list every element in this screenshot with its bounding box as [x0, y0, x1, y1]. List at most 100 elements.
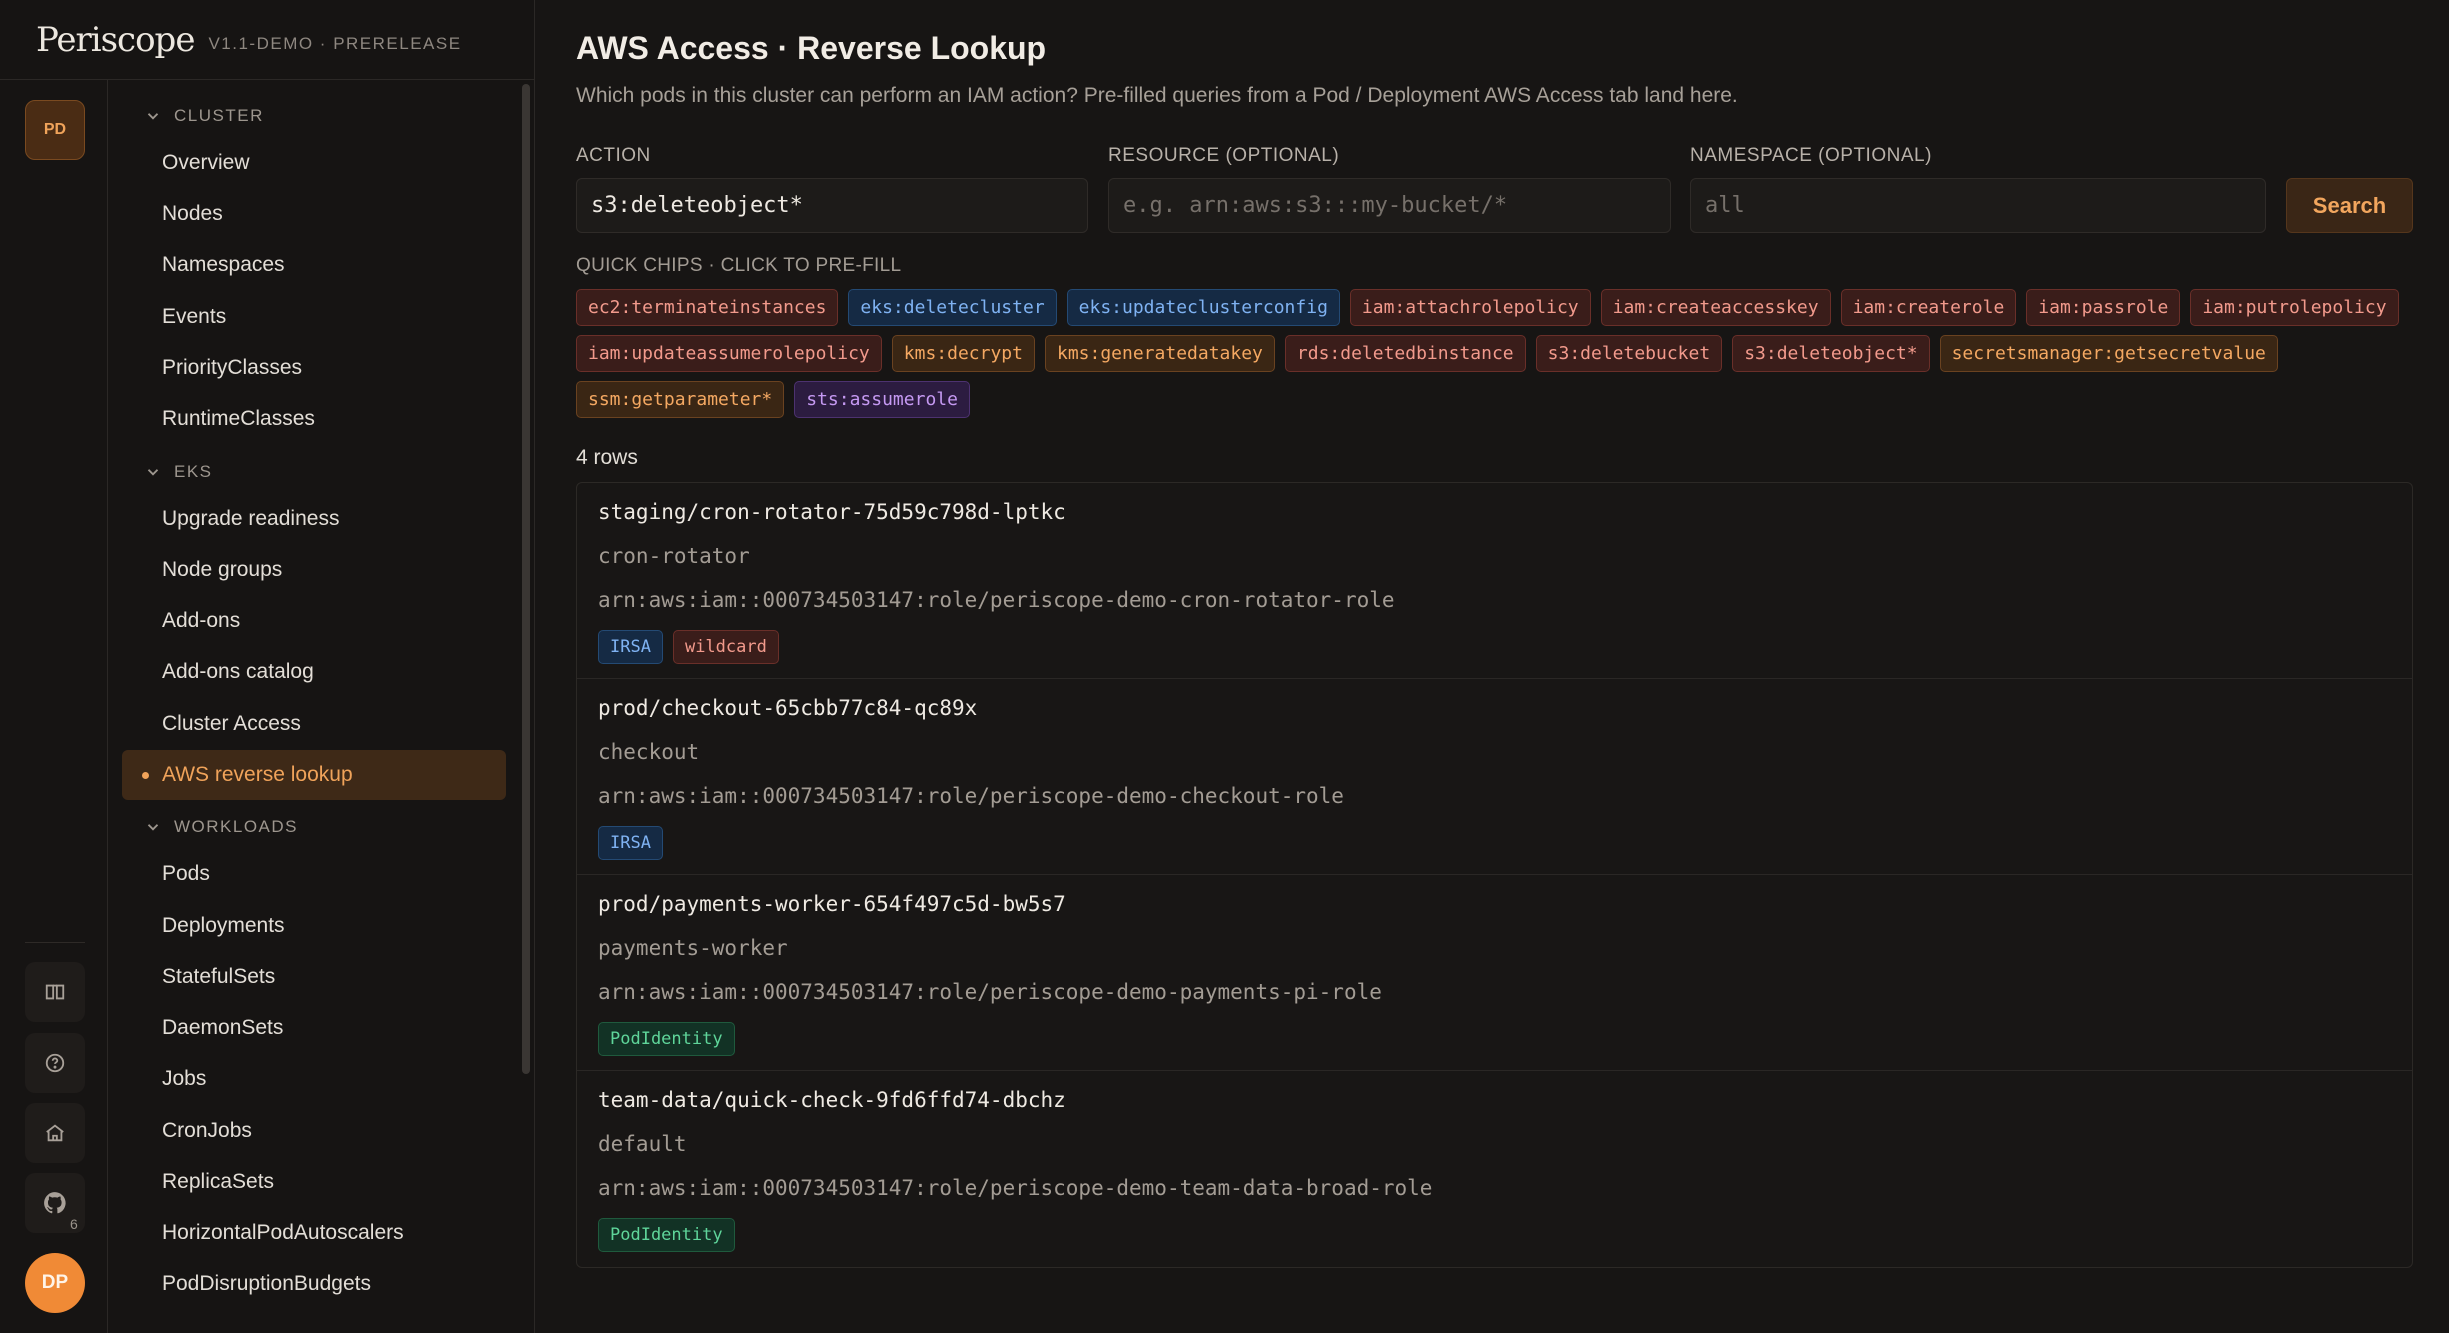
nav-item-add-ons[interactable]: Add-ons	[122, 596, 506, 646]
nav-item-node-groups[interactable]: Node groups	[122, 545, 506, 595]
nav-item-upgrade-readiness[interactable]: Upgrade readiness	[122, 494, 506, 544]
role-arn: arn:aws:iam::000734503147:role/periscope…	[598, 784, 1344, 808]
role-arn: arn:aws:iam::000734503147:role/periscope…	[598, 588, 1395, 612]
nav-item-cronjobs[interactable]: CronJobs	[122, 1106, 506, 1156]
sidebar-nav: CLUSTER Overview Nodes Namespaces Events…	[108, 80, 535, 1333]
nav-section-label: WORKLOADS	[174, 817, 299, 836]
nav-item-runtimeclasses[interactable]: RuntimeClasses	[122, 394, 506, 444]
brand-logo[interactable]: Periscope	[36, 20, 195, 60]
nav-item-nodes[interactable]: Nodes	[122, 189, 506, 239]
quick-chip[interactable]: ssm:getparameter*	[576, 381, 785, 418]
row-tags: PodIdentity	[598, 1022, 735, 1056]
service-account: payments-worker	[598, 936, 788, 960]
nav-item-poddisruptionbudgets[interactable]: PodDisruptionBudgets	[122, 1259, 506, 1309]
action-label: ACTION	[576, 145, 651, 166]
quick-chip[interactable]: eks:deletecluster	[848, 289, 1057, 326]
chevron-down-icon	[147, 113, 159, 120]
pod-name-link[interactable]: prod/payments-worker-654f497c5d-bw5s7	[598, 892, 1066, 916]
namespace-input[interactable]: all	[1690, 178, 2266, 233]
nav-item-aws-reverse-lookup[interactable]: AWS reverse lookup	[122, 750, 506, 800]
quick-chip[interactable]: kms:decrypt	[891, 335, 1035, 372]
quick-chip[interactable]: kms:generatedatakey	[1044, 335, 1275, 372]
quick-chip[interactable]: secretsmanager:getsecretvalue	[1939, 335, 2278, 372]
page-title: AWS Access · Reverse Lookup	[576, 30, 1047, 66]
icon-rail: PD 6 DP	[0, 80, 108, 1333]
service-account: checkout	[598, 740, 700, 764]
home-icon	[46, 1124, 64, 1142]
nav-section-eks[interactable]: EKS	[144, 462, 213, 482]
quick-chip[interactable]: s3:deletebucket	[1535, 335, 1723, 372]
quick-chip[interactable]: s3:deleteobject*	[1732, 335, 1930, 372]
pod-name-link[interactable]: staging/cron-rotator-75d59c798d-lptkc	[598, 500, 1066, 524]
nav-item-statefulsets[interactable]: StatefulSets	[122, 952, 506, 1002]
pod-name-link[interactable]: team-data/quick-check-9fd6ffd74-dbchz	[598, 1088, 1066, 1112]
rows-count: 4 rows	[576, 446, 638, 469]
version-label: V1.1-DEMO · PRERELEASE	[208, 33, 462, 53]
nav-item-add-ons-catalog[interactable]: Add-ons catalog	[122, 647, 506, 697]
nav-section-label: CLUSTER	[174, 106, 264, 125]
resource-input[interactable]: e.g. arn:aws:s3:::my-bucket/*	[1108, 178, 1671, 233]
resource-label: RESOURCE (OPTIONAL)	[1108, 145, 1340, 166]
page-subtitle: Which pods in this cluster can perform a…	[576, 84, 1738, 107]
quick-chip[interactable]: iam:createaccesskey	[1600, 289, 1831, 326]
help-button[interactable]	[25, 1033, 85, 1093]
quick-chip[interactable]: iam:attachrolepolicy	[1349, 289, 1591, 326]
quick-chip[interactable]: rds:deletedbinstance	[1284, 335, 1526, 372]
nav-item-cluster-access[interactable]: Cluster Access	[122, 699, 506, 749]
nav-item-replicasets[interactable]: ReplicaSets	[122, 1157, 506, 1207]
quick-chip[interactable]: iam:createrole	[1840, 289, 2017, 326]
search-button[interactable]: Search	[2286, 178, 2413, 233]
help-circle-icon	[45, 1053, 65, 1073]
github-icon	[44, 1192, 66, 1214]
chevron-down-icon	[147, 469, 159, 476]
pod-name-link[interactable]: prod/checkout-65cbb77c84-qc89x	[598, 696, 977, 720]
quick-chips: ec2:terminateinstances eks:deletecluster e…	[576, 289, 2416, 418]
nav-section-label: EKS	[174, 462, 213, 481]
nav-item-label: AWS reverse lookup	[162, 763, 353, 786]
nav-item-priorityclasses[interactable]: PriorityClasses	[122, 343, 506, 393]
row-tags: IRSA	[598, 826, 663, 860]
irsa-badge: IRSA	[598, 630, 663, 664]
nav-item-pods[interactable]: Pods	[122, 849, 506, 899]
project-switcher-button[interactable]: PD	[25, 100, 85, 160]
results-table: staging/cron-rotator-75d59c798d-lptkc cro…	[576, 482, 2413, 1268]
nav-item-namespaces[interactable]: Namespaces	[122, 240, 506, 290]
quick-chip[interactable]: iam:putrolepolicy	[2190, 289, 2399, 326]
quick-chip[interactable]: eks:updateclusterconfig	[1066, 289, 1340, 326]
book-icon	[45, 984, 65, 1000]
user-avatar[interactable]: DP	[25, 1253, 85, 1313]
sidebar-scrollbar[interactable]	[522, 84, 530, 1074]
quick-chip[interactable]: iam:passrole	[2026, 289, 2181, 326]
nav-section-workloads[interactable]: WORKLOADS	[144, 817, 298, 837]
action-input[interactable]: s3:deleteobject*	[576, 178, 1088, 233]
nav-item-daemonsets[interactable]: DaemonSets	[122, 1003, 506, 1053]
quick-chip[interactable]: ec2:terminateinstances	[576, 289, 839, 326]
nav-item-horizontalpodautoscalers[interactable]: HorizontalPodAutoscalers	[122, 1208, 506, 1258]
nav-item-jobs[interactable]: Jobs	[122, 1054, 506, 1104]
nav-item-events[interactable]: Events	[122, 292, 506, 342]
podidentity-badge: PodIdentity	[598, 1022, 735, 1056]
role-arn: arn:aws:iam::000734503147:role/periscope…	[598, 980, 1382, 1004]
table-row[interactable]: prod/payments-worker-654f497c5d-bw5s7 pay…	[577, 875, 2412, 1071]
github-count-badge: 6	[70, 1216, 78, 1232]
row-tags: IRSA wildcard	[598, 630, 779, 664]
nav-section-cluster[interactable]: CLUSTER	[144, 106, 264, 126]
docs-button[interactable]	[25, 962, 85, 1022]
active-indicator-dot	[142, 771, 149, 779]
table-row[interactable]: staging/cron-rotator-75d59c798d-lptkc cro…	[577, 483, 2412, 679]
table-row[interactable]: team-data/quick-check-9fd6ffd74-dbchz def…	[577, 1071, 2412, 1267]
nav-item-overview[interactable]: Overview	[122, 138, 506, 188]
home-button[interactable]	[25, 1103, 85, 1163]
role-arn: arn:aws:iam::000734503147:role/periscope…	[598, 1176, 1433, 1200]
row-tags: PodIdentity	[598, 1218, 735, 1252]
wildcard-badge: wildcard	[672, 630, 779, 664]
quick-chip[interactable]: sts:assumerole	[794, 381, 970, 418]
quick-chips-label: QUICK CHIPS · CLICK TO PRE-FILL	[576, 255, 902, 276]
chevron-down-icon	[147, 824, 159, 831]
quick-chip[interactable]: iam:updateassumerolepolicy	[576, 335, 882, 372]
podidentity-badge: PodIdentity	[598, 1218, 735, 1252]
namespace-label: NAMESPACE (OPTIONAL)	[1690, 145, 1932, 166]
rail-divider	[25, 942, 85, 943]
nav-item-deployments[interactable]: Deployments	[122, 901, 506, 951]
table-row[interactable]: prod/checkout-65cbb77c84-qc89x checkout ar…	[577, 679, 2412, 875]
